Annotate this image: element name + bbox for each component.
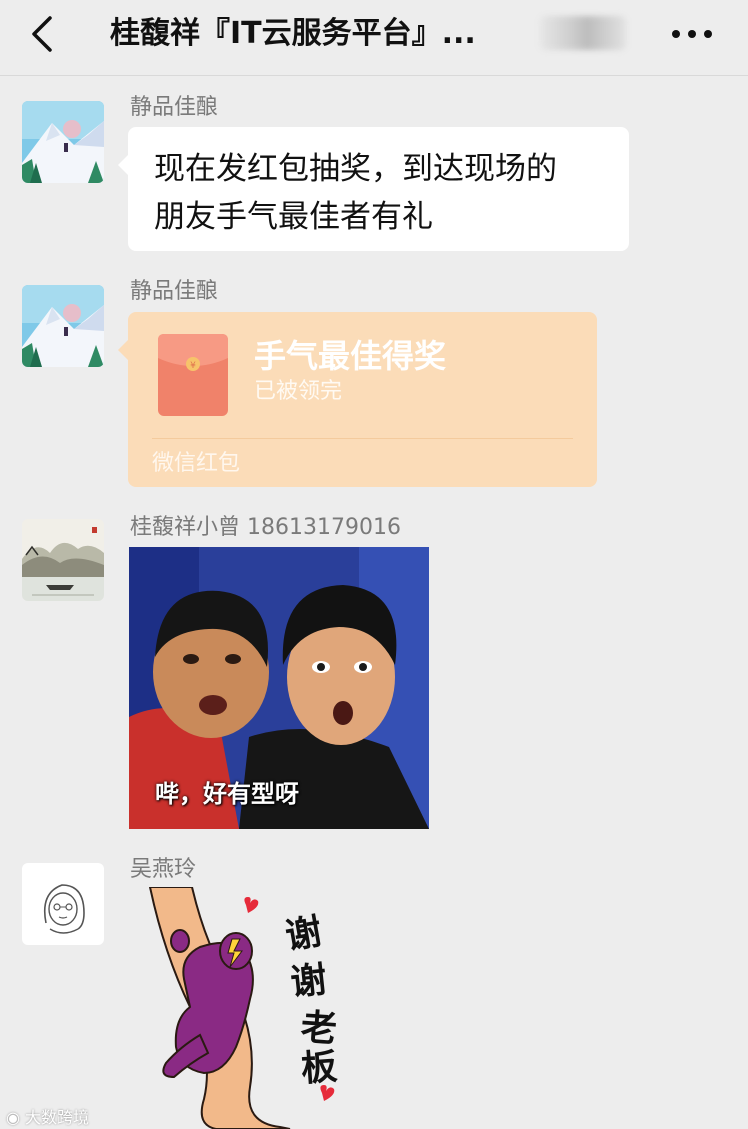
text-message-bubble[interactable]: 现在发红包抽奖，到达现场的 朋友手气最佳者有礼 (118, 127, 629, 251)
thanks-boss-sticker-image: 谢 谢 老 板 (148, 886, 339, 1129)
sticker-message[interactable]: 谢 谢 老 板 (140, 886, 370, 1129)
avatar[interactable] (22, 863, 104, 945)
sketch-girl-avatar-icon (22, 863, 104, 945)
red-packet-title: 手气最佳得奖 (254, 337, 447, 375)
red-packet-footer: 微信红包 (152, 451, 241, 476)
watermark-logo-icon: ◉ (6, 1108, 26, 1127)
message-line: 现在发红包抽奖，到达现场的 (154, 151, 557, 187)
blurred-member-count (540, 16, 626, 50)
red-packet-card[interactable]: ¥ 手气最佳得奖 已被领完 微信红包 (118, 312, 597, 487)
sticker-char: 板 (300, 1047, 339, 1090)
message-line: 朋友手气最佳者有礼 (154, 199, 433, 235)
avatar[interactable] (22, 101, 104, 183)
sender-name: 吴燕玲 (130, 857, 197, 882)
avatar[interactable] (22, 519, 104, 601)
sender-name: 桂馥祥小曾 18613179016 (130, 515, 401, 540)
snow-mountain-avatar-icon (22, 101, 104, 183)
watermark: ◉ 大数跨境 (6, 1104, 89, 1128)
chat-title: 桂馥祥『IT云服务平台』... (110, 16, 476, 51)
image-message[interactable]: 哔，好有型呀 (129, 547, 429, 829)
chevron-left-icon (32, 16, 52, 52)
red-envelope-icon: ¥ (158, 334, 228, 416)
sticker-char: 谢 (282, 911, 325, 958)
sender-name: 静品佳酿 (130, 279, 219, 304)
sticker-char: 老 (299, 1007, 338, 1050)
watermark-text: 大数跨境 (25, 1108, 90, 1127)
sticker-char: 谢 (289, 959, 329, 1004)
snow-mountain-avatar-icon (22, 285, 104, 367)
divider (152, 438, 573, 439)
svg-text:¥: ¥ (190, 361, 196, 371)
more-button[interactable] (664, 14, 720, 54)
back-button[interactable] (22, 12, 66, 56)
meme-caption: 哔，好有型呀 (155, 780, 299, 808)
landscape-painting-avatar-icon (22, 519, 104, 601)
sender-name: 静品佳酿 (130, 95, 219, 120)
more-dots-icon (672, 30, 712, 38)
red-packet-status: 已被领完 (254, 379, 343, 404)
avatar[interactable] (22, 285, 104, 367)
chat-header: 桂馥祥『IT云服务平台』... (0, 0, 748, 76)
